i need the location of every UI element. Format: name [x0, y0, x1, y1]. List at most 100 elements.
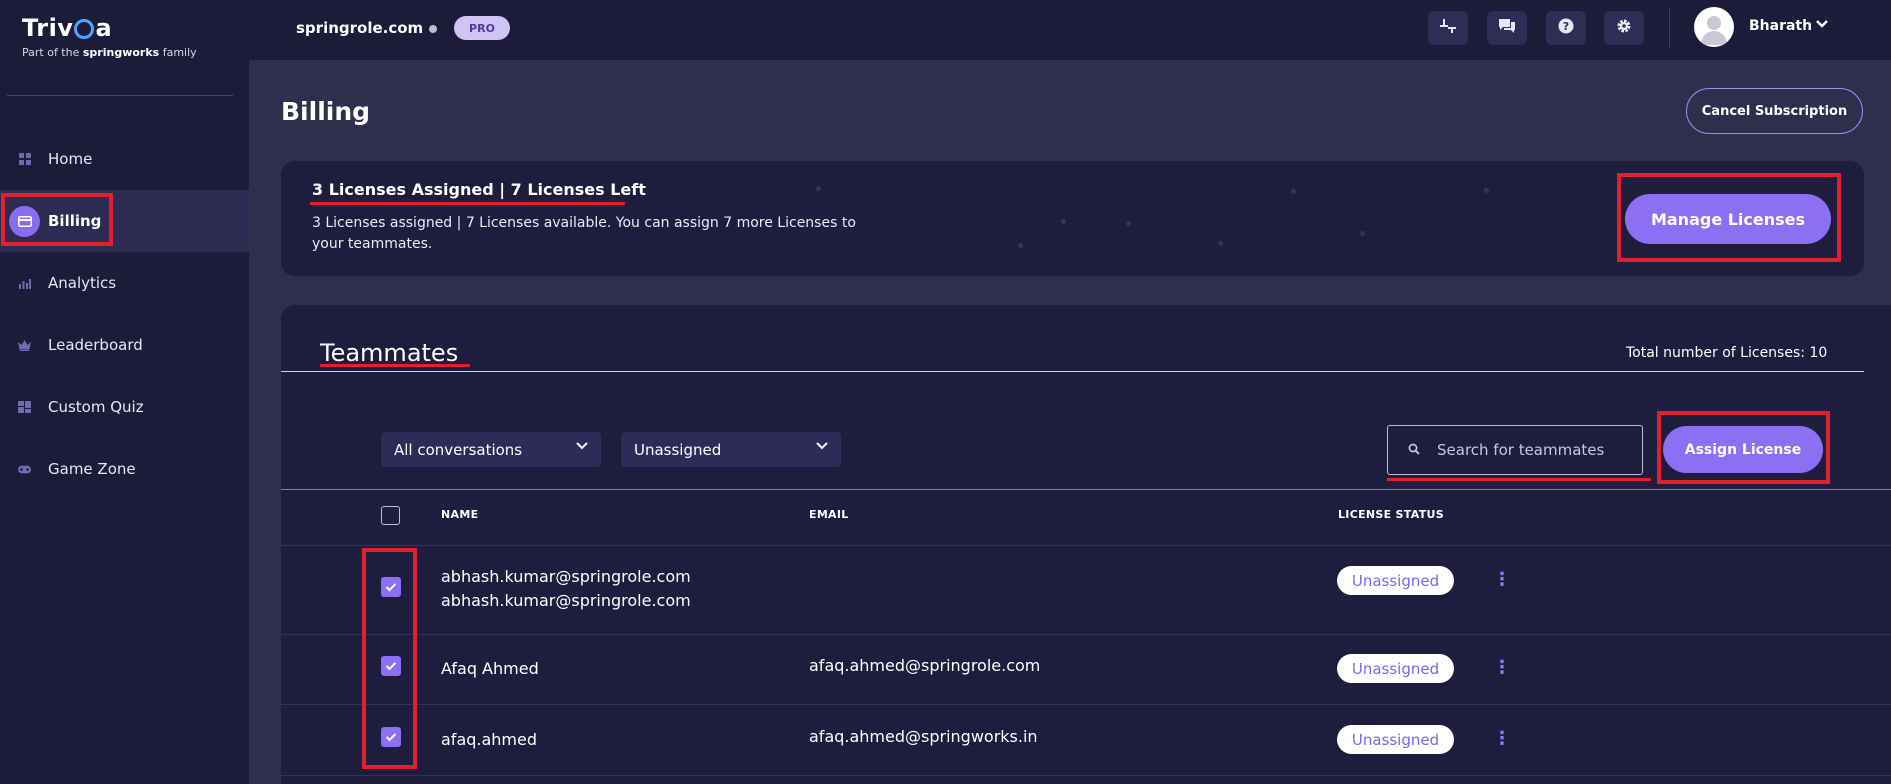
decor-dot: [1061, 219, 1066, 224]
teammate-email: afaq.ahmed@springrole.com: [809, 656, 1041, 675]
help-button[interactable]: ?: [1546, 11, 1586, 45]
license-status-badge: Unassigned: [1337, 725, 1454, 754]
svg-text:?: ?: [1563, 20, 1569, 33]
feedback-button[interactable]: [1428, 11, 1468, 45]
search-icon: [1408, 443, 1420, 458]
sidebar-item-leaderboard[interactable]: Leaderboard: [0, 314, 249, 376]
sidebar-item-analytics[interactable]: Analytics: [0, 252, 249, 314]
table-top-border: [281, 489, 1891, 490]
sidebar-item-label: Billing: [48, 212, 102, 230]
sidebar-item-custom-quiz[interactable]: Custom Quiz: [0, 376, 249, 438]
row-checkbox[interactable]: [381, 577, 401, 597]
sidebar-item-label: Analytics: [48, 274, 117, 292]
help-icon: ?: [1558, 18, 1574, 38]
annotation-underline-search: [1387, 478, 1651, 481]
license-status-badge: Unassigned: [1337, 566, 1454, 595]
sidebar-item-billing[interactable]: Billing: [0, 190, 249, 252]
row-checkbox[interactable]: [381, 727, 401, 747]
sidebar-item-label: Custom Quiz: [48, 398, 144, 416]
assign-license-button[interactable]: Assign License: [1663, 426, 1823, 473]
teammate-name: abhash.kumar@springrole.com: [441, 567, 691, 586]
gamepad-icon: [18, 463, 31, 476]
decor-dot: [1291, 189, 1296, 194]
conversation-filter-select[interactable]: All conversations: [381, 432, 601, 467]
sidebar-item-label: Game Zone: [48, 460, 136, 478]
logo-wordmark: Triv a: [22, 14, 197, 42]
license-status-badge: Unassigned: [1337, 654, 1454, 683]
decor-dot: [1360, 231, 1365, 236]
avatar-head: [1707, 16, 1721, 30]
chevron-down-icon: [815, 440, 829, 455]
sidebar-item-label: Leaderboard: [48, 336, 143, 354]
teammate-name-secondary: abhash.kumar@springrole.com: [441, 591, 691, 610]
search-input[interactable]: Search for teammates: [1387, 425, 1643, 475]
avatar[interactable]: [1694, 7, 1734, 47]
logo-text-prefix: Triv: [22, 14, 74, 42]
row-checkbox[interactable]: [381, 656, 401, 676]
column-header-license-status[interactable]: LICENSE STATUS: [1338, 508, 1444, 521]
teammates-divider: [281, 371, 1864, 372]
select-all-checkbox[interactable]: [381, 506, 400, 525]
trivia-logo[interactable]: Triv a Part of the springworks family: [22, 14, 197, 59]
user-name[interactable]: Bharath: [1749, 18, 1812, 34]
thumbs-icon: [1439, 18, 1457, 38]
tagline-prefix: Part of the: [22, 46, 80, 59]
tagline-brand: springworks: [82, 46, 160, 59]
annotation-underline-teammates: [320, 364, 470, 367]
checkmark-icon: [385, 733, 397, 742]
chart-icon: [18, 277, 31, 290]
sidebar-divider: [7, 95, 233, 96]
decor-dot: [1018, 243, 1023, 248]
crown-icon: [18, 339, 31, 352]
row-divider: [281, 775, 1891, 776]
row-divider: [281, 634, 1891, 635]
chat-icon: [1498, 18, 1516, 38]
checkmark-icon: [385, 662, 397, 671]
sidebar-item-label: Home: [48, 150, 93, 168]
search-placeholder: Search for teammates: [1437, 441, 1605, 459]
logo-tagline: Part of the springworks family: [22, 46, 197, 59]
row-menu-kebab-icon[interactable]: ⋮: [1493, 728, 1511, 749]
page-title: Billing: [281, 97, 371, 126]
sidebar-nav: Home Billing Analytics Leaderboard Custo…: [0, 128, 249, 500]
chat-button[interactable]: [1487, 11, 1527, 45]
conversation-filter-value: All conversations: [394, 440, 523, 459]
license-summary-description: 3 Licenses assigned | 7 Licenses availab…: [312, 215, 856, 252]
column-header-email[interactable]: EMAIL: [809, 508, 849, 521]
chevron-down-icon: [575, 440, 589, 455]
teammates-title: Teammates: [320, 339, 459, 367]
logo-ring-icon: [74, 19, 95, 39]
teammate-name: Afaq Ahmed: [441, 659, 539, 678]
settings-button[interactable]: [1604, 11, 1644, 45]
total-licenses-label: Total number of Licenses: 10: [1626, 345, 1828, 361]
grid-icon: [18, 153, 31, 166]
cancel-subscription-button[interactable]: Cancel Subscription: [1686, 88, 1863, 134]
row-menu-kebab-icon[interactable]: ⋮: [1493, 657, 1511, 678]
sidebar-item-game-zone[interactable]: Game Zone: [0, 438, 249, 500]
sidebar: Triv a Part of the springworks family Hom…: [0, 0, 249, 784]
sidebar-item-home[interactable]: Home: [0, 128, 249, 190]
manage-licenses-button[interactable]: Manage Licenses: [1625, 194, 1831, 244]
top-bar: springrole.com PRO ? Bharath: [249, 0, 1891, 60]
org-name: springrole.com: [296, 19, 424, 37]
separator-dot: [429, 25, 437, 33]
decor-dot: [1218, 241, 1223, 246]
license-status-filter-select[interactable]: Unassigned: [621, 432, 841, 467]
column-header-name[interactable]: NAME: [441, 508, 478, 521]
logo-text-suffix: a: [95, 14, 113, 42]
row-divider: [281, 545, 1891, 546]
annotation-underline-summary: [310, 202, 625, 205]
chevron-down-icon[interactable]: [1815, 17, 1829, 33]
tagline-suffix: family: [162, 46, 197, 59]
quiz-icon: [18, 401, 31, 414]
checkmark-icon: [385, 583, 397, 592]
decor-dot: [816, 186, 821, 191]
row-divider: [281, 704, 1891, 705]
row-menu-kebab-icon[interactable]: ⋮: [1493, 569, 1511, 590]
plan-badge: PRO: [454, 16, 510, 40]
teammate-email: afaq.ahmed@springworks.in: [809, 727, 1038, 746]
teammate-name: afaq.ahmed: [441, 730, 538, 749]
card-icon: [9, 205, 40, 237]
gear-icon: [1616, 18, 1632, 38]
header-divider: [1669, 8, 1670, 48]
